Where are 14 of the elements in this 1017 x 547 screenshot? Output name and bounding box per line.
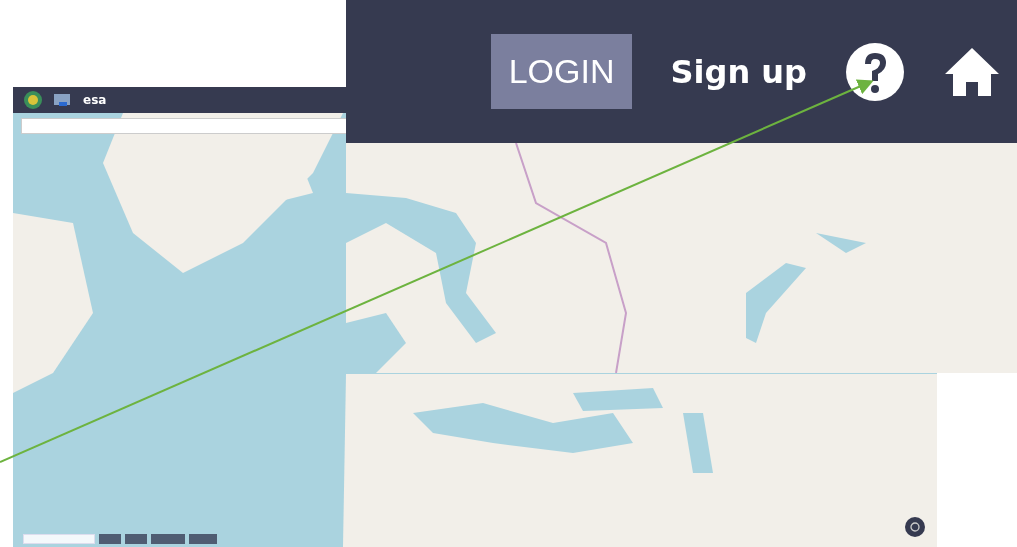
home-icon[interactable] (943, 45, 1001, 98)
toolbar-button[interactable] (151, 534, 185, 544)
info-icon (910, 522, 920, 532)
computer-logo-icon (53, 92, 73, 108)
login-button[interactable]: LOGIN (490, 34, 633, 109)
toolbar-button[interactable] (125, 534, 147, 544)
toolbar-button[interactable] (189, 534, 217, 544)
input-field[interactable] (23, 534, 95, 544)
signup-link[interactable]: Sign up (670, 52, 807, 91)
globe-logo-icon (23, 90, 43, 110)
toolbar-button[interactable] (99, 534, 121, 544)
help-icon[interactable] (845, 41, 905, 102)
esa-logo: esa (83, 93, 107, 107)
search-field[interactable] (21, 118, 348, 134)
